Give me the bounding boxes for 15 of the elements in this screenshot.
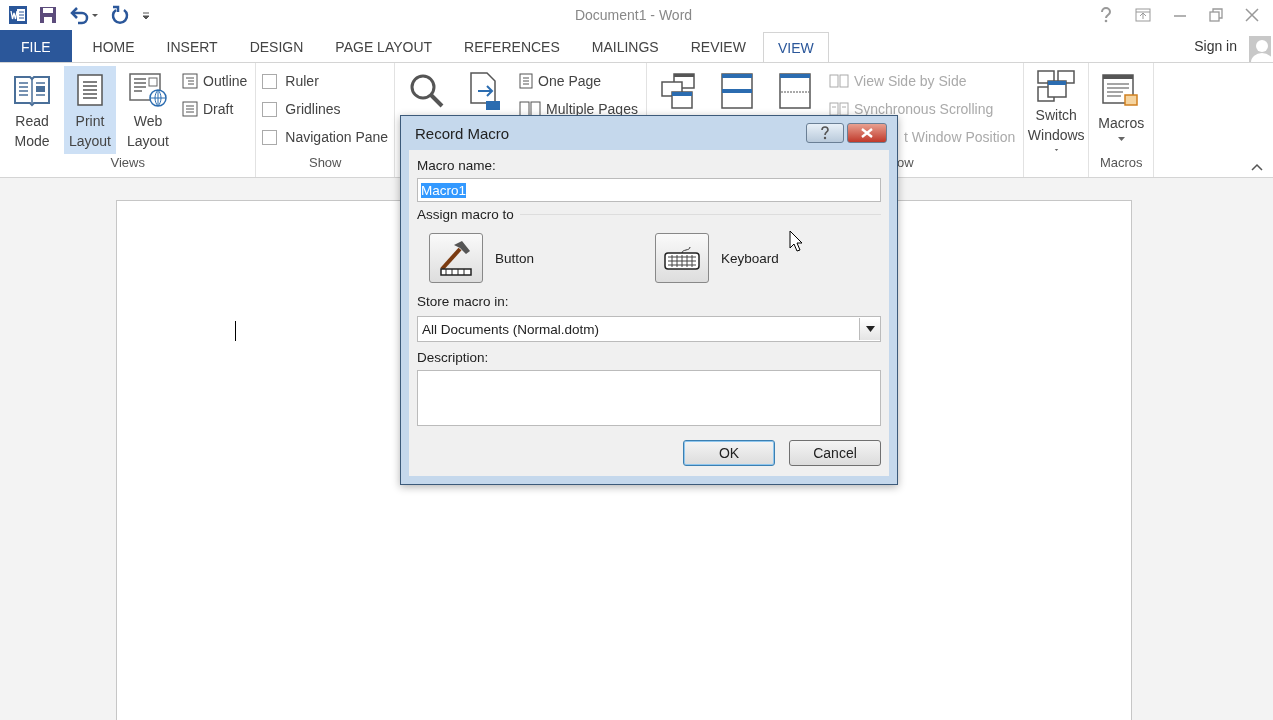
field-label: Description: xyxy=(417,350,490,367)
group-label: Views xyxy=(110,155,145,172)
checkbox-label: Gridlines xyxy=(285,101,341,117)
checkbox-label: Ruler xyxy=(285,73,319,89)
field-label: Store macro in: xyxy=(417,294,510,311)
section-label: Assign macro to xyxy=(417,207,514,222)
group-label: Macros xyxy=(1099,155,1143,172)
field-label: Macro name: xyxy=(417,158,497,175)
window-title: Document1 - Word xyxy=(573,7,694,23)
group-label: Show xyxy=(308,155,342,172)
group-label: ow xyxy=(895,155,914,172)
checkbox-label: Navigation Pane xyxy=(285,129,389,145)
dialog-title: Record Macro xyxy=(415,124,510,142)
option-label: Keyboard xyxy=(721,250,779,266)
option-label: Button xyxy=(495,250,535,266)
